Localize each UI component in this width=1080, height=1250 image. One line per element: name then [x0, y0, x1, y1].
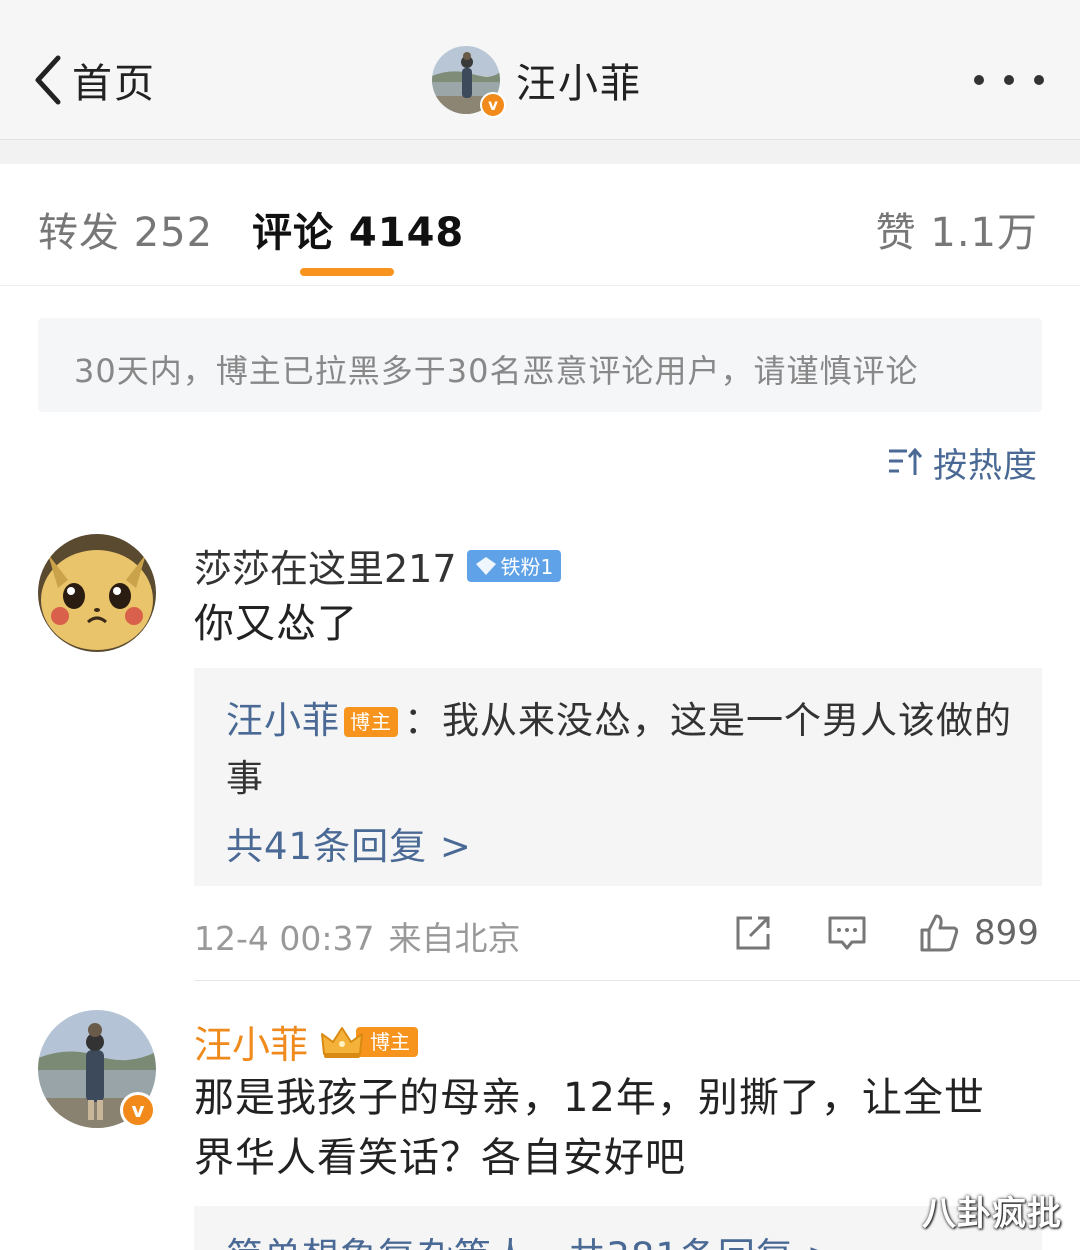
reply-preview-box[interactable]: 汪小菲 博主 ：我从来没怂，这是一个男人该做的事 共41条回复 > [194, 668, 1042, 886]
tab-bar: 转发 252 评论 4148 赞 1.1万 [0, 164, 1080, 286]
reply-preview-line: 汪小菲 博主 ：我从来没怂，这是一个男人该做的事 [226, 692, 1016, 808]
reply-preview-line: 简单想象复杂等人 · 共381条回复 > [226, 1226, 839, 1250]
comment-time: 12-4 00:37 [194, 919, 375, 958]
sort-label: 按热度 [933, 445, 1038, 486]
top-navigation-bar: 首页 v 汪小菲 [0, 0, 1080, 140]
more-icon-dot [974, 75, 984, 85]
comment-divider [194, 980, 1080, 981]
tab-likes[interactable]: 赞 1.1万 [876, 200, 1038, 258]
owner-username-row: 汪小菲 博主 [194, 1014, 419, 1069]
share-icon [736, 916, 770, 950]
comment-notice: 30天内，博主已拉黑多于30名恶意评论用户，请谨慎评论 [38, 318, 1042, 412]
back-label: 首页 [72, 61, 156, 107]
chevron-left-icon [35, 55, 61, 105]
owner-tag: 博主 [344, 707, 398, 737]
fan-badge-label: 铁粉1 [500, 555, 554, 579]
more-icon-dot [1004, 75, 1014, 85]
watermark: 八卦疯批 [922, 1194, 1062, 1234]
thumbs-up-icon [920, 914, 959, 952]
comment-meta: 12-4 00:37 来自北京 [194, 912, 521, 960]
sort-button[interactable]: 按热度 [887, 440, 1038, 486]
verified-badge-icon: v [480, 92, 506, 118]
verified-badge-icon: v [120, 1092, 156, 1128]
active-tab-indicator [300, 268, 394, 276]
owner-badge: 博主 [318, 1025, 419, 1059]
section-gap [0, 140, 1080, 164]
fan-level-badge[interactable]: 铁粉1 [466, 549, 562, 582]
comment-body: 那是我孩子的母亲，12年，别撕了，让全世界华人看笑话？各自安好吧 [194, 1075, 985, 1181]
diamond-icon [475, 556, 496, 575]
pikachu-avatar-image [38, 534, 156, 652]
share-button[interactable] [732, 912, 774, 954]
owner-avatar[interactable]: v [38, 1010, 156, 1128]
back-button[interactable]: 首页 [30, 50, 156, 110]
crown-icon [321, 1026, 364, 1058]
comment-source: 来自北京 [388, 919, 521, 958]
avatar[interactable]: v [432, 46, 506, 118]
like-count: 899 [974, 913, 1039, 953]
reply-button[interactable] [826, 912, 868, 954]
profile-header[interactable]: v 汪小菲 [432, 44, 642, 118]
notice-text: 30天内，博主已拉黑多于30名恶意评论用户，请谨慎评论 [74, 352, 919, 390]
more-icon-dot [1034, 75, 1044, 85]
like-button[interactable]: 899 [918, 912, 1039, 954]
comment-icon [828, 916, 866, 950]
reply-author[interactable]: 汪小菲 [226, 699, 340, 742]
owner-username[interactable]: 汪小菲 [194, 1014, 308, 1069]
more-button[interactable] [974, 60, 1044, 100]
view-replies-link[interactable]: 共41条回复 > [226, 816, 472, 870]
commenter-avatar[interactable] [38, 534, 156, 652]
sort-icon [889, 447, 923, 475]
commenter-username-row: 莎莎在这里217 铁粉1 [194, 538, 562, 593]
comment-body: 你又怂了 [194, 601, 358, 647]
commenter-username[interactable]: 莎莎在这里217 [194, 538, 457, 593]
page-title: 汪小菲 [516, 61, 642, 107]
reply-preview-box[interactable]: 简单想象复杂等人 · 共381条回复 > [194, 1206, 1042, 1250]
tab-comments[interactable]: 评论 4148 [252, 200, 464, 258]
tab-repost[interactable]: 转发 252 [38, 200, 213, 258]
